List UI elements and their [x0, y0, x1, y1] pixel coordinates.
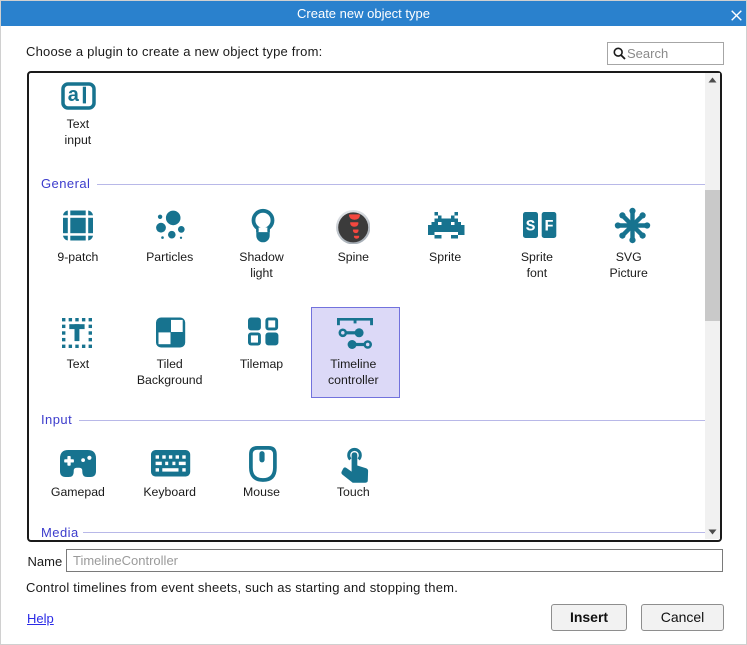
svg-text:a: a: [67, 84, 79, 106]
svg-text:F: F: [544, 218, 554, 236]
svg-text:S: S: [526, 218, 536, 236]
